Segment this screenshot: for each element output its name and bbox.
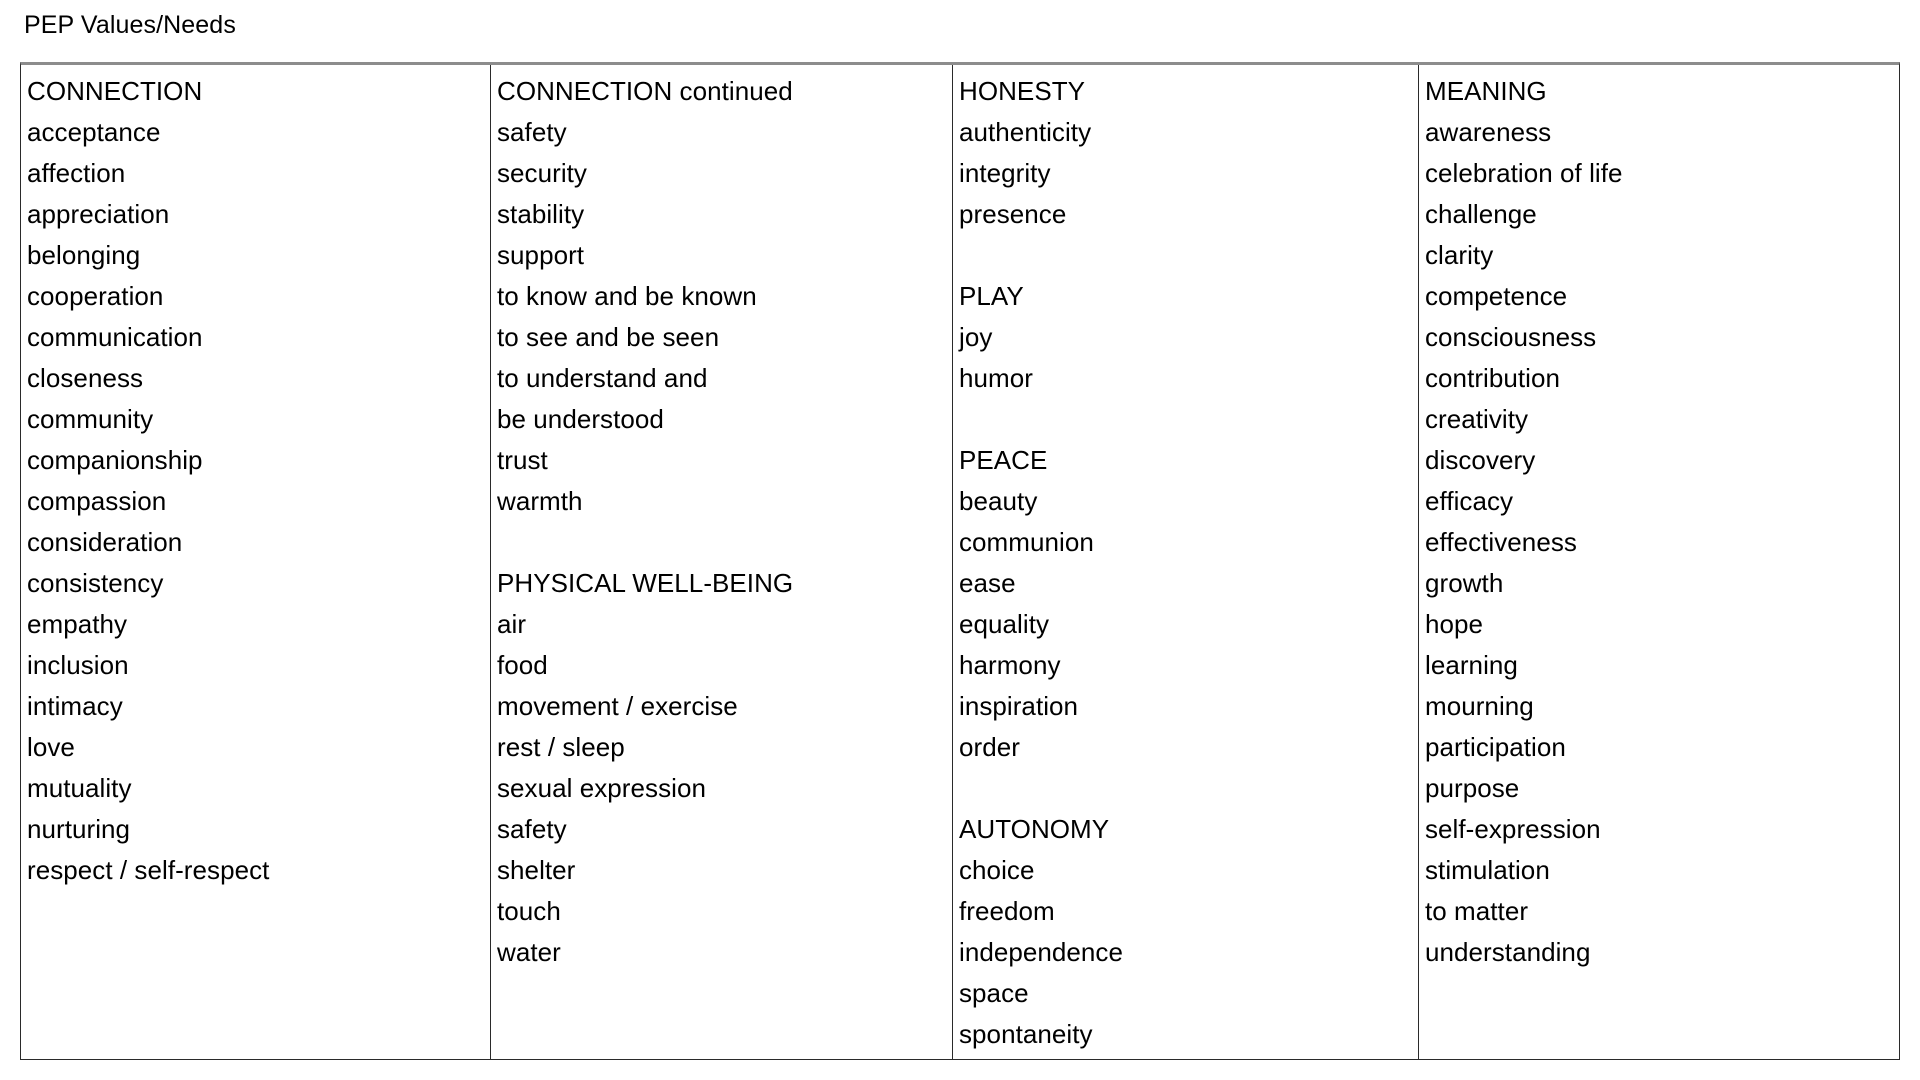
table-column-4: MEANING awareness celebration of life chall…: [1419, 65, 1899, 1059]
list-item: food: [497, 650, 548, 680]
list-item: security: [497, 158, 587, 188]
list-item: competence: [1425, 281, 1568, 311]
list-item: empathy: [27, 609, 128, 639]
list-item: presence: [959, 199, 1067, 229]
list-item: to know and be known: [497, 281, 757, 311]
list-item: respect / self-respect: [27, 855, 270, 885]
list-item: trust: [497, 445, 548, 475]
list-item: water: [497, 937, 561, 967]
table-column-2: CONNECTION continued safety security stabil…: [491, 65, 953, 1059]
document-page: PEP Values/Needs CONNECTION acceptance aff…: [0, 0, 1920, 1080]
list-item: consideration: [27, 527, 183, 557]
list-item: community: [27, 404, 154, 434]
list-item: growth: [1425, 568, 1504, 598]
category-heading: HONESTY: [959, 76, 1086, 106]
category-heading: PHYSICAL WELL-BEING: [497, 568, 794, 598]
list-item: affection: [27, 158, 126, 188]
list-item: harmony: [959, 650, 1061, 680]
list-item: beauty: [959, 486, 1038, 516]
list-item: participation: [1425, 732, 1566, 762]
list-item: to matter: [1425, 896, 1529, 926]
list-item: communication: [27, 322, 203, 352]
list-item: consistency: [27, 568, 164, 598]
list-item: inclusion: [27, 650, 129, 680]
list-item: joy: [959, 322, 993, 352]
list-item: ease: [959, 568, 1016, 598]
table-column-1: CONNECTION acceptance affection appreciatio…: [21, 65, 491, 1059]
list-item: learning: [1425, 650, 1518, 680]
list-item: order: [959, 732, 1020, 762]
list-item: communion: [959, 527, 1094, 557]
list-item: understanding: [1425, 937, 1591, 967]
list-item: safety: [497, 814, 567, 844]
list-item: consciousness: [1425, 322, 1597, 352]
page-title: PEP Values/Needs: [24, 11, 236, 39]
list-item: acceptance: [27, 117, 161, 147]
list-item: intimacy: [27, 691, 123, 721]
list-item: awareness: [1425, 117, 1552, 147]
list-item: closeness: [27, 363, 144, 393]
list-item: stability: [497, 199, 585, 229]
list-item: integrity: [959, 158, 1051, 188]
list-item: humor: [959, 363, 1033, 393]
list-item: efficacy: [1425, 486, 1514, 516]
list-item: to see and be seen: [497, 322, 720, 352]
table-column-3: HONESTY authenticity integrity presence PLAY…: [953, 65, 1419, 1059]
list-item: stimulation: [1425, 855, 1550, 885]
list-item: celebration of life: [1425, 158, 1623, 188]
list-item: effectiveness: [1425, 527, 1577, 557]
list-item: independence: [959, 937, 1123, 967]
list-item: nurturing: [27, 814, 131, 844]
category-heading: MEANING: [1425, 76, 1547, 106]
category-heading: CONNECTION: [27, 76, 203, 106]
list-item: shelter: [497, 855, 576, 885]
list-item: hope: [1425, 609, 1484, 639]
list-item: self-expression: [1425, 814, 1601, 844]
list-item: mourning: [1425, 691, 1534, 721]
list-item: support: [497, 240, 585, 270]
list-item: spontaneity: [959, 1019, 1093, 1049]
list-item: sexual expression: [497, 773, 706, 803]
list-item: authenticity: [959, 117, 1092, 147]
list-item: discovery: [1425, 445, 1536, 475]
category-heading: CONNECTION continued: [497, 76, 793, 106]
list-item: warmth: [497, 486, 583, 516]
list-item: to understand and: [497, 363, 708, 393]
values-needs-table: CONNECTION acceptance affection appreciatio…: [20, 62, 1900, 1060]
list-item: appreciation: [27, 199, 170, 229]
list-item: safety: [497, 117, 567, 147]
category-heading: PEACE: [959, 445, 1048, 475]
list-item: rest / sleep: [497, 732, 625, 762]
list-item: belonging: [27, 240, 141, 270]
list-item: mutuality: [27, 773, 132, 803]
list-item: contribution: [1425, 363, 1561, 393]
list-item: purpose: [1425, 773, 1520, 803]
category-heading: AUTONOMY: [959, 814, 1110, 844]
category-heading: PLAY: [959, 281, 1024, 311]
list-item: companionship: [27, 445, 203, 475]
list-item: space: [959, 978, 1029, 1008]
list-item: challenge: [1425, 199, 1537, 229]
list-item: creativity: [1425, 404, 1529, 434]
list-item: inspiration: [959, 691, 1079, 721]
list-item: freedom: [959, 896, 1055, 926]
list-item: clarity: [1425, 240, 1494, 270]
list-item: movement / exercise: [497, 691, 738, 721]
list-item: air: [497, 609, 527, 639]
list-item: choice: [959, 855, 1035, 885]
list-item: cooperation: [27, 281, 164, 311]
list-item: equality: [959, 609, 1050, 639]
list-item: touch: [497, 896, 561, 926]
list-item: be understood: [497, 404, 664, 434]
list-item: love: [27, 732, 75, 762]
list-item: compassion: [27, 486, 167, 516]
